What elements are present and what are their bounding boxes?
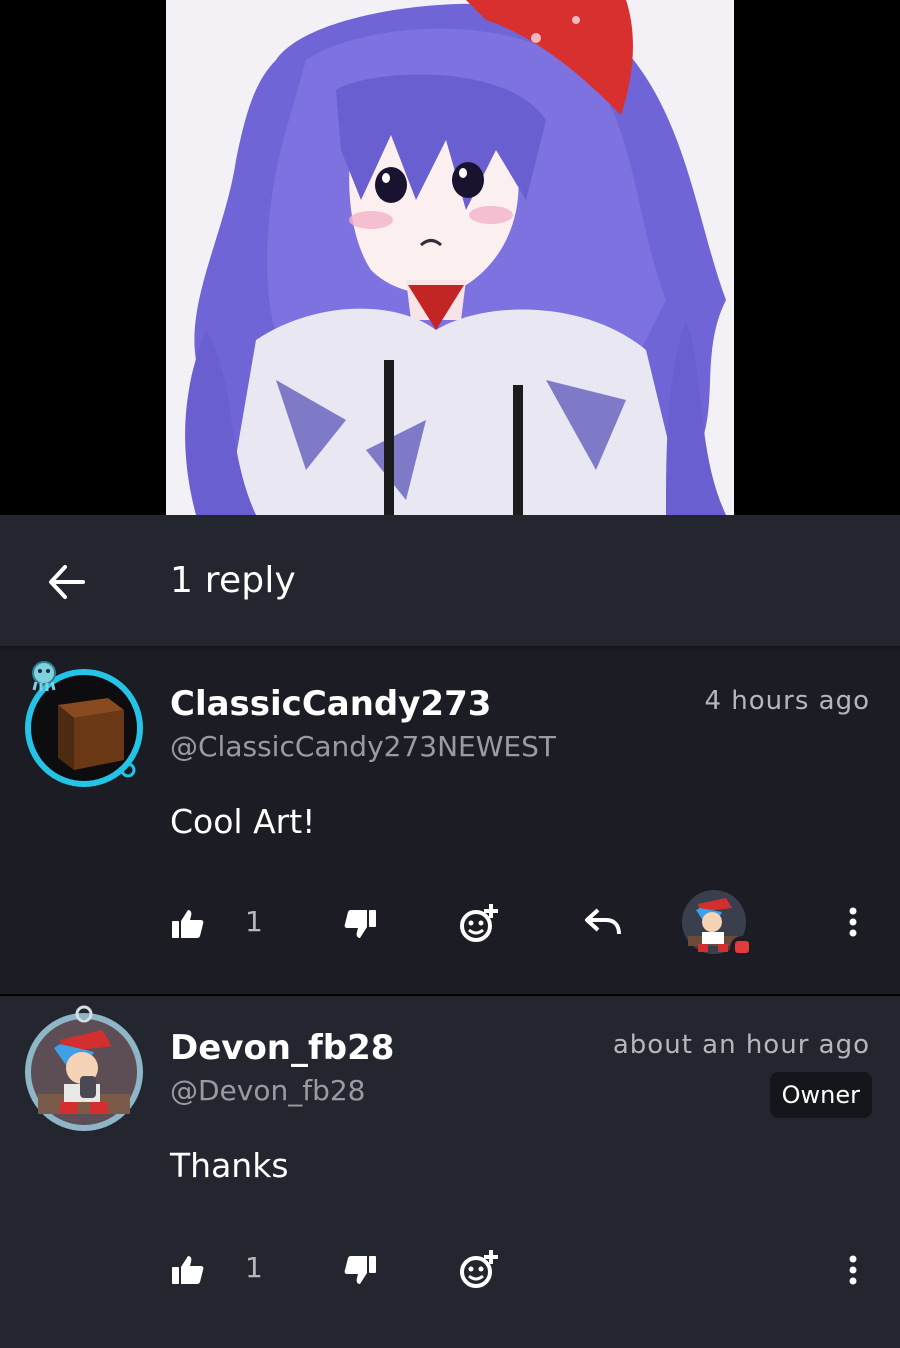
comment-text: Thanks	[170, 1146, 289, 1185]
avatar-frame-icon	[25, 1005, 143, 1131]
comment-username[interactable]: Devon_fb28	[170, 1028, 394, 1068]
more-vertical-icon	[849, 1255, 857, 1285]
thumbs-up-icon	[172, 1256, 204, 1284]
dislike-button[interactable]	[340, 904, 380, 944]
reply-button[interactable]	[582, 902, 624, 942]
like-count: 1	[245, 1251, 263, 1284]
comment-username[interactable]: ClassicCandy273	[170, 684, 491, 724]
avatar[interactable]	[24, 1002, 144, 1131]
dislike-button[interactable]	[340, 1250, 380, 1290]
like-button[interactable]	[168, 1250, 208, 1290]
replier-avatar[interactable]	[680, 888, 756, 964]
thumbs-down-icon	[344, 910, 376, 938]
replies-header	[0, 515, 900, 646]
more-options-button[interactable]	[838, 902, 868, 942]
add-emoji-icon	[460, 1250, 498, 1288]
add-reaction-button[interactable]	[456, 900, 502, 946]
more-options-button[interactable]	[838, 1250, 868, 1290]
artwork-image[interactable]	[166, 0, 734, 515]
comment-handle: @ClassicCandy273NEWEST	[170, 730, 556, 763]
comment-timestamp: 4 hours ago	[704, 686, 870, 716]
reply-icon	[585, 908, 621, 935]
thumbs-down-icon	[344, 1256, 376, 1284]
like-button[interactable]	[168, 904, 208, 944]
owner-badge: Owner	[769, 1072, 872, 1118]
page-title: 1 reply	[170, 560, 297, 601]
add-emoji-icon	[460, 904, 498, 942]
anime-character-illustration	[166, 0, 734, 515]
comment-item: ClassicCandy273 @ClassicCandy273NEWEST 4…	[0, 652, 900, 994]
add-reaction-button[interactable]	[456, 1246, 502, 1292]
media-viewer	[0, 0, 900, 515]
thumbs-up-icon	[172, 910, 204, 938]
more-vertical-icon	[849, 907, 857, 937]
avatar-icon	[682, 890, 754, 960]
comment-handle: @Devon_fb28	[170, 1074, 366, 1107]
back-button[interactable]	[40, 556, 92, 608]
comment-timestamp: about an hour ago	[612, 1030, 870, 1060]
comment-text: Cool Art!	[170, 802, 316, 841]
comment-item: Devon_fb28 @Devon_fb28 about an hour ago…	[0, 996, 900, 1348]
avatar-frame-icon	[25, 661, 143, 787]
like-count: 1	[245, 905, 263, 938]
arrow-left-icon	[49, 565, 85, 599]
avatar[interactable]	[24, 660, 144, 787]
